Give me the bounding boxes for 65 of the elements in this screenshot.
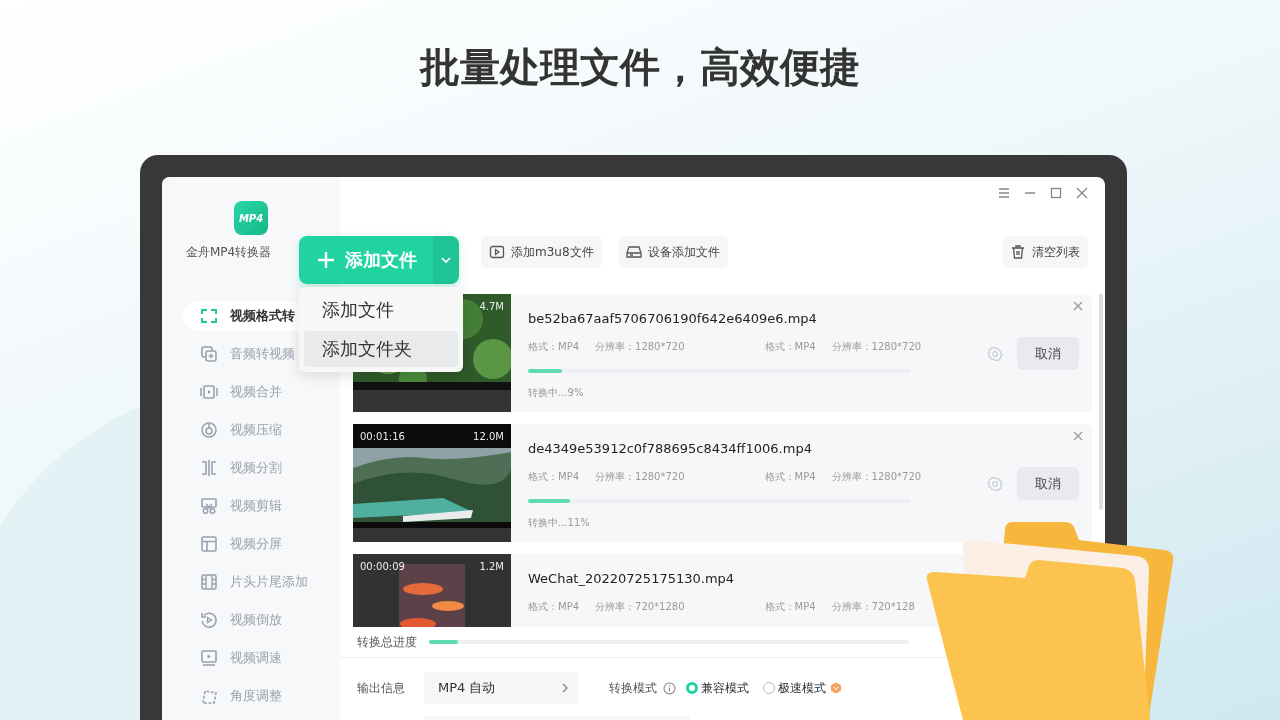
file-name: WeChat_20220725175130.mp4 [528, 571, 736, 586]
meta-text: 格式：MP4 [528, 600, 580, 614]
replay-icon [200, 611, 218, 629]
meta-text: 分辨率：1280*720 [595, 340, 685, 354]
layout-icon [200, 535, 218, 553]
meta-text: 格式：MP4 [764, 600, 816, 614]
mode-radio[interactable]: 兼容模式 [686, 679, 749, 697]
logo-text: MP4 [238, 212, 264, 224]
dropdown-toggle[interactable] [433, 236, 459, 284]
disc-icon [200, 421, 218, 439]
clear-list-button[interactable]: 清空列表 [1002, 236, 1088, 268]
meta-text: 分辨率：720*128 [831, 600, 915, 614]
video-icon [489, 244, 505, 260]
settings-icon[interactable] [987, 476, 1003, 492]
scrollbar[interactable] [1099, 294, 1103, 510]
duration-label: 00:01:16 [360, 431, 405, 442]
meta-text: 格式：MP4 [528, 340, 580, 354]
monitor-play-icon [200, 649, 218, 667]
focus-frame-icon [200, 307, 218, 325]
duration-label: 00:00:09 [360, 561, 405, 572]
close-icon[interactable] [1073, 301, 1083, 311]
menu-icon[interactable] [997, 186, 1011, 200]
trash-icon [1010, 244, 1026, 260]
split-icon [200, 459, 218, 477]
premium-badge-icon [830, 682, 842, 694]
output-label: 输出信息 [357, 679, 406, 697]
play-frame-icon [200, 383, 218, 401]
file-name: de4349e53912c0f788695c8434ff1006.mp4 [528, 441, 813, 456]
meta-text: 格式：MP4 [764, 340, 816, 354]
meta-text: 分辨率：720*1280 [595, 600, 685, 614]
file-size: 12.0M [473, 431, 504, 442]
file-name: be52ba67aaf5706706190f642e6409e6.mp4 [528, 311, 818, 326]
meta-text: 分辨率：1280*720 [831, 470, 922, 484]
total-progress-label: 转换总进度 [357, 633, 417, 651]
rotate-frame-icon [200, 687, 218, 705]
toolbar-button[interactable]: 添加m3u8文件 [481, 236, 602, 268]
info-icon[interactable] [663, 681, 676, 695]
meta-text: 分辨率：1280*720 [831, 340, 922, 354]
mode-label: 转换模式 [609, 679, 657, 697]
plus-icon [317, 251, 335, 269]
cancel-button[interactable]: 取消 [1017, 467, 1079, 500]
close-icon[interactable] [1073, 431, 1083, 441]
app-name: 金舟MP4转换器 [186, 244, 272, 261]
meta-text: 分辨率：1280*720 [595, 470, 685, 484]
format-select[interactable]: MP4 自动 [424, 672, 578, 704]
maximize-icon[interactable] [1049, 186, 1063, 200]
toolbar-button[interactable]: 设备添加文件 [617, 236, 728, 268]
file-size: 1.2M [479, 561, 504, 572]
headline: 批量处理文件，高效便捷 [420, 43, 860, 92]
status-text: 转换中...9% [528, 386, 585, 400]
scissors-icon [200, 497, 218, 515]
caret-icon [440, 254, 452, 266]
meta-text: 格式：MP4 [528, 470, 580, 484]
drive-icon [625, 244, 642, 260]
meta-text: 格式：MP4 [764, 470, 816, 484]
close-icon[interactable] [1075, 186, 1089, 200]
menu-item[interactable]: 添加文件夹 [304, 331, 458, 367]
cancel-button[interactable]: 取消 [1017, 337, 1079, 370]
chevron-icon [560, 683, 570, 693]
square-plus-icon [200, 345, 218, 363]
file-size: 4.7M [479, 301, 504, 312]
status-text: 转换中...11% [528, 516, 591, 530]
mode-radio[interactable]: 极速模式 [763, 679, 826, 697]
film-icon [200, 573, 218, 591]
settings-icon[interactable] [987, 346, 1003, 362]
